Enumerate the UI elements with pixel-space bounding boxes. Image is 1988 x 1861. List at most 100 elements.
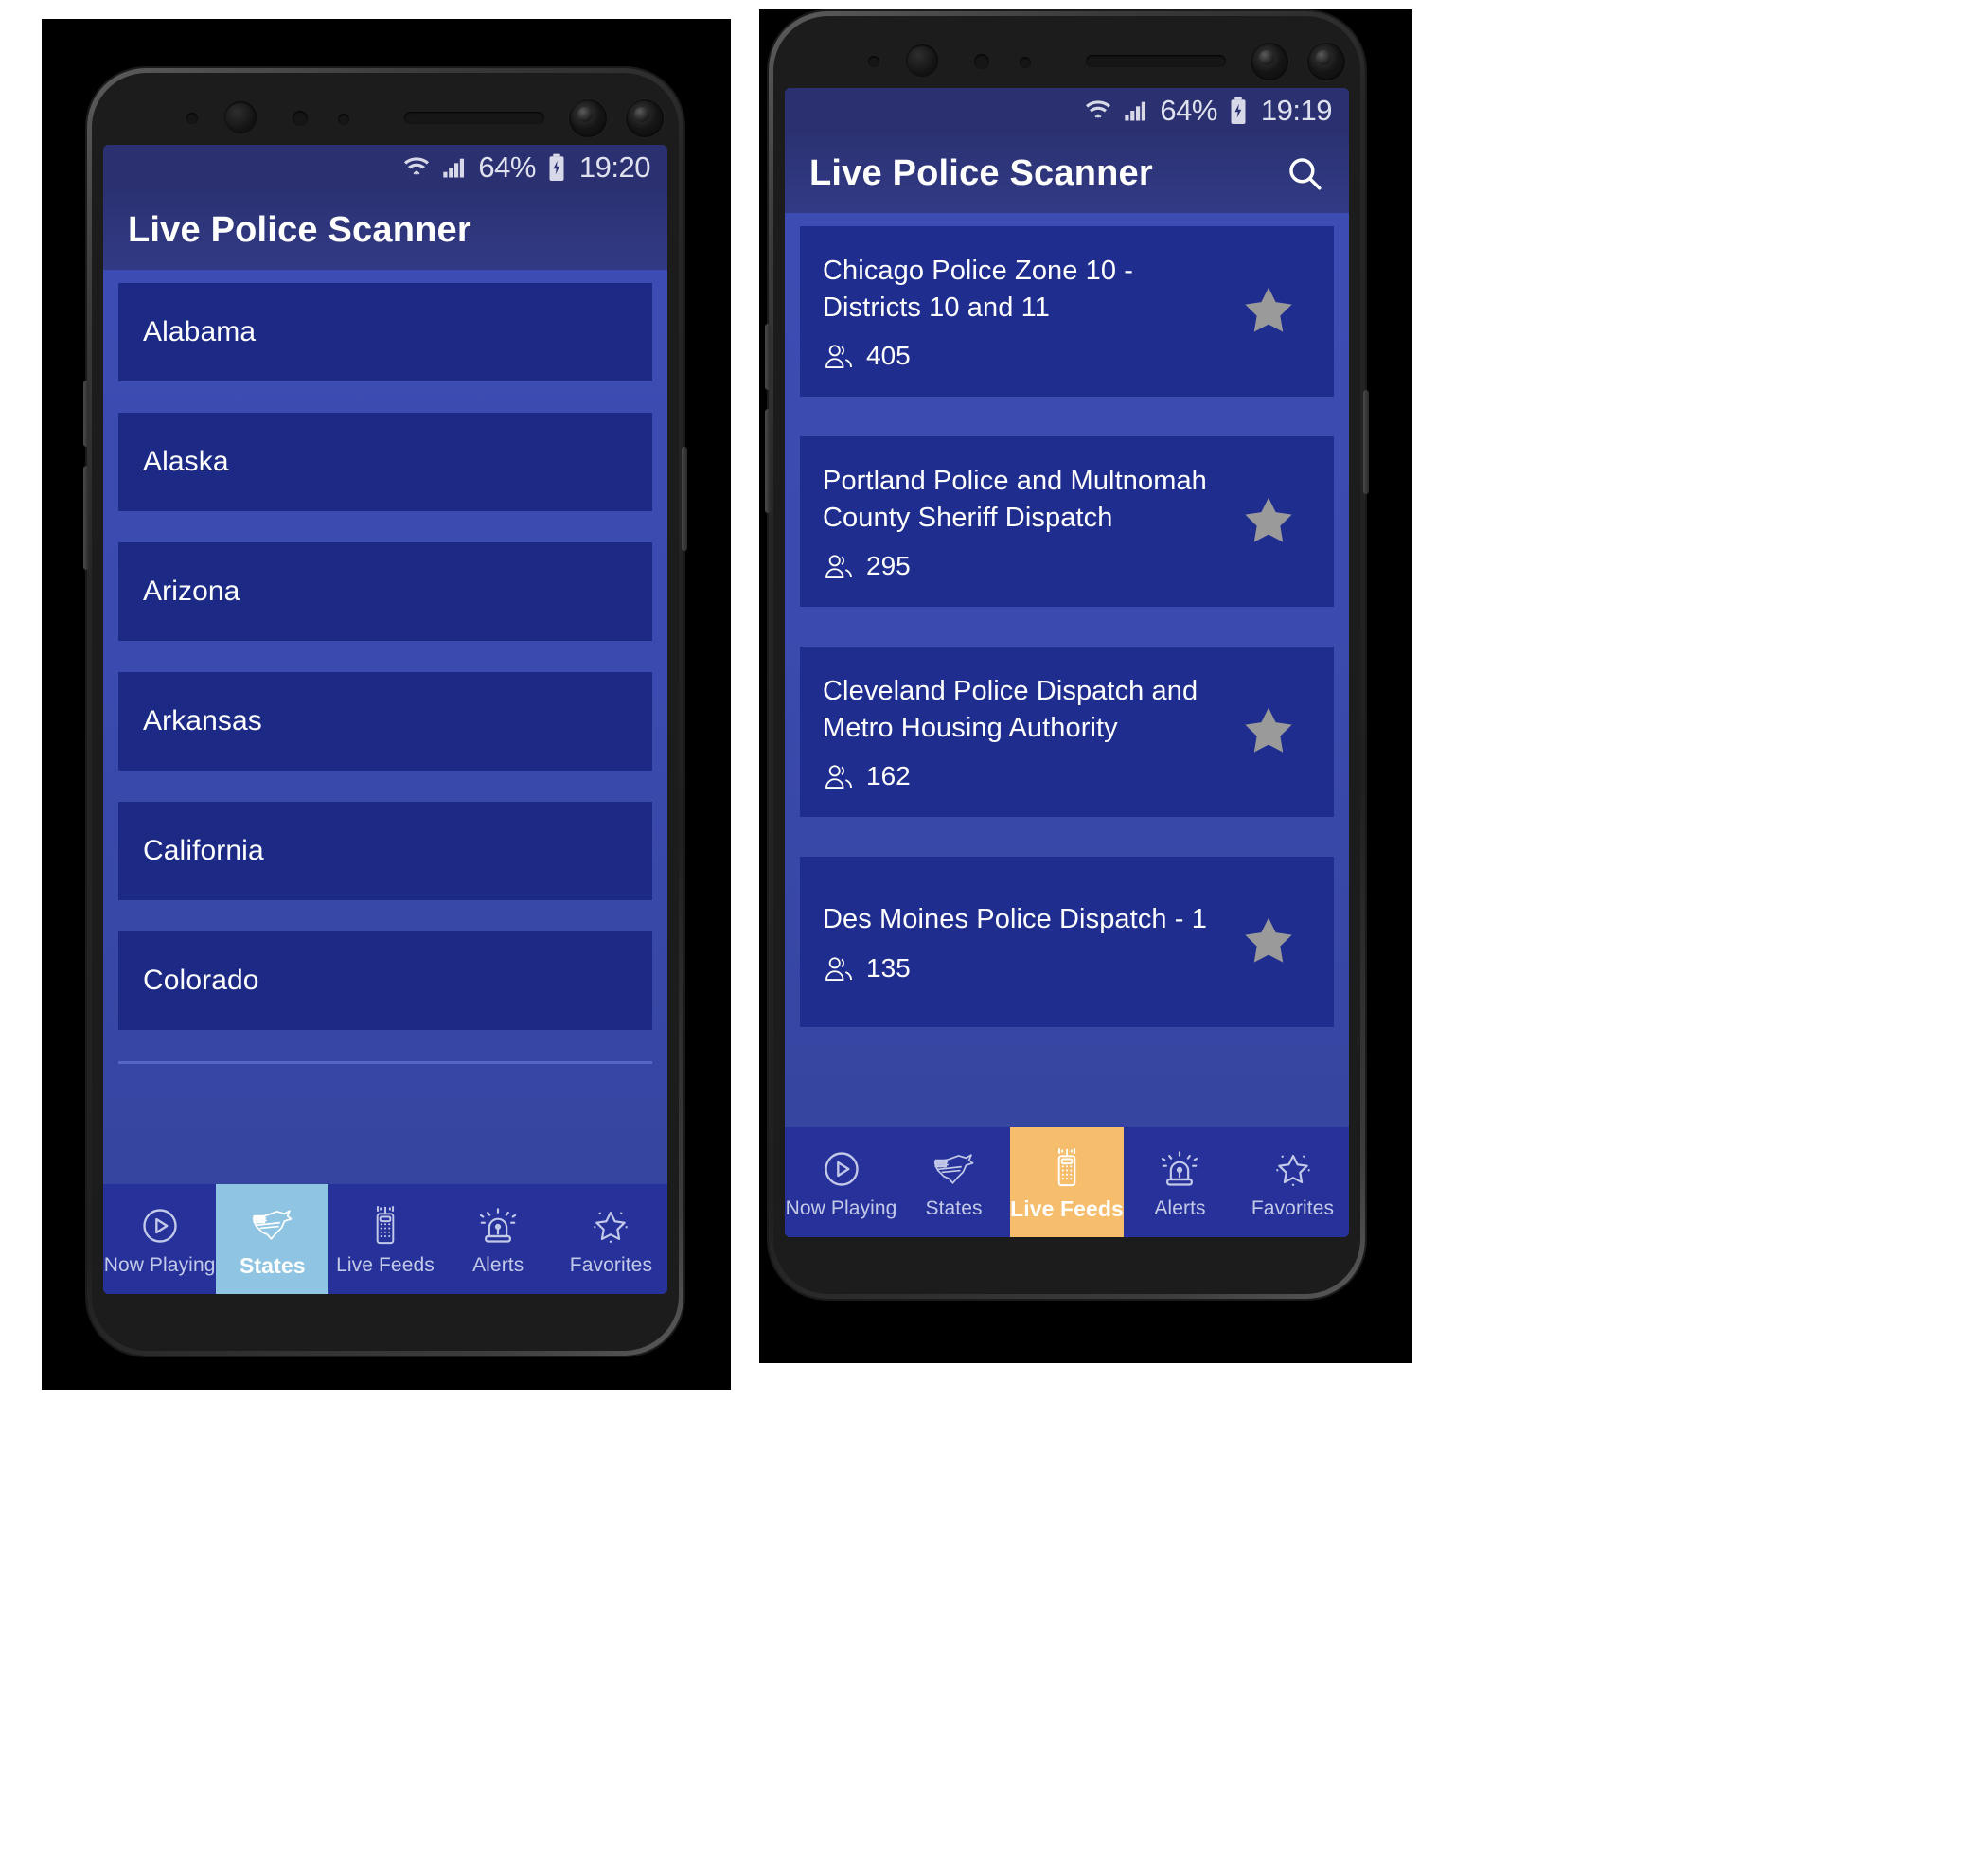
search-icon[interactable]	[1281, 150, 1328, 197]
nav-label: Favorites	[569, 1254, 653, 1276]
front-camera-icon	[1251, 43, 1288, 80]
state-list-item[interactable]: Alaska	[118, 413, 652, 511]
nav-item-live-feeds[interactable]: Live Feeds	[328, 1184, 441, 1294]
state-list-item[interactable]: Colorado	[118, 931, 652, 1030]
state-list-item[interactable]: California	[118, 802, 652, 900]
listener-count: 162	[866, 761, 911, 791]
nav-label: Now Playing	[103, 1254, 216, 1276]
secondary-camera-icon	[626, 99, 664, 137]
nav-item-live-feeds[interactable]: Live Feeds	[1010, 1127, 1124, 1237]
right-phone-bottom-bezel	[785, 1237, 1349, 1281]
state-label: Arizona	[143, 576, 240, 607]
feed-listeners: 405	[823, 340, 1216, 372]
feed-title: Chicago Police Zone 10 - Districts 10 an…	[823, 255, 1134, 323]
state-label: Alabama	[143, 316, 257, 347]
nav-item-alerts[interactable]: Alerts	[1124, 1127, 1236, 1237]
feed-info: Cleveland Police Dispatch and Metro Hous…	[823, 673, 1226, 792]
front-camera-icon	[569, 99, 607, 137]
wifi-icon	[402, 153, 431, 182]
feed-title: Portland Police and Multnomah County She…	[823, 465, 1207, 533]
right-phone-chassis: 64% 19:19 Live Police Scanner Chicago Po…	[773, 16, 1360, 1294]
nav-label: Live Feeds	[1010, 1196, 1124, 1221]
usa-map-icon	[931, 1144, 978, 1190]
favorite-toggle[interactable]	[1226, 281, 1311, 345]
feed-title: Cleveland Police Dispatch and Metro Hous…	[823, 675, 1198, 743]
state-label: Alaska	[143, 446, 229, 477]
left-phone-device: 64% 19:20 Live Police Scanner Alabama Al…	[83, 68, 687, 1356]
radio-scanner-icon	[1048, 1143, 1086, 1189]
battery-charging-icon	[546, 153, 567, 182]
power-button[interactable]	[1363, 390, 1369, 494]
feed-list-item[interactable]: Cleveland Police Dispatch and Metro Hous…	[800, 647, 1334, 817]
signal-bars-icon	[1123, 97, 1149, 124]
nav-label: Alerts	[1154, 1197, 1206, 1219]
nav-item-favorites[interactable]: Favorites	[555, 1184, 667, 1294]
live-feeds-list[interactable]: Chicago Police Zone 10 - Districts 10 an…	[785, 213, 1349, 1127]
light-sensor-icon	[338, 114, 349, 125]
states-list[interactable]: Alabama Alaska Arizona Arkansas Californ…	[103, 270, 667, 1184]
feed-list-item[interactable]: Chicago Police Zone 10 - Districts 10 an…	[800, 226, 1334, 397]
favorite-toggle[interactable]	[1226, 701, 1311, 765]
battery-percent-label: 64%	[478, 151, 536, 184]
nav-item-now-playing[interactable]: Now Playing	[785, 1127, 897, 1237]
proximity-sensor-icon	[186, 113, 198, 124]
favorite-toggle[interactable]	[1226, 912, 1311, 975]
nav-label: Alerts	[472, 1254, 524, 1276]
nav-item-favorites[interactable]: Favorites	[1236, 1127, 1349, 1237]
earpiece-speaker	[1086, 55, 1226, 67]
page-title: Live Police Scanner	[128, 209, 471, 250]
feed-info: Des Moines Police Dispatch - 1 135	[823, 901, 1226, 984]
feed-list-item[interactable]: Portland Police and Multnomah County She…	[800, 436, 1334, 607]
favorite-toggle[interactable]	[1226, 491, 1311, 555]
volume-up-button[interactable]	[83, 381, 89, 447]
star-icon	[1239, 491, 1298, 555]
right-phone-screen: 64% 19:19 Live Police Scanner Chicago Po…	[785, 88, 1349, 1237]
status-clock-label: 19:20	[578, 151, 651, 184]
nav-label: Now Playing	[785, 1197, 897, 1219]
nav-item-now-playing[interactable]: Now Playing	[103, 1184, 216, 1294]
listeners-icon	[823, 760, 855, 792]
star-sparkle-icon	[1271, 1144, 1315, 1190]
usa-map-icon	[249, 1200, 296, 1246]
feed-info: Chicago Police Zone 10 - Districts 10 an…	[823, 253, 1226, 372]
nav-label: States	[239, 1252, 306, 1278]
nav-item-alerts[interactable]: Alerts	[442, 1184, 555, 1294]
state-label: California	[143, 835, 264, 866]
wifi-icon	[1084, 97, 1112, 125]
volume-down-button[interactable]	[83, 466, 89, 570]
listeners-icon	[823, 340, 855, 372]
listeners-icon	[823, 952, 855, 984]
screenshot-canvas: 64% 19:20 Live Police Scanner Alabama Al…	[0, 0, 1988, 1861]
page-title: Live Police Scanner	[809, 152, 1153, 193]
right-bottom-nav: Now Playing States Live Feeds Alerts Fav…	[785, 1127, 1349, 1237]
left-phone-screen: 64% 19:20 Live Police Scanner Alabama Al…	[103, 145, 667, 1294]
power-button[interactable]	[682, 447, 687, 551]
front-camera-lens-icon	[906, 44, 938, 77]
feed-listeners: 162	[823, 760, 1216, 792]
signal-bars-icon	[441, 154, 468, 181]
state-label: Colorado	[143, 965, 259, 996]
nav-item-states[interactable]: States	[216, 1184, 329, 1294]
left-app-bar: Live Police Scanner	[103, 190, 667, 270]
radio-scanner-icon	[366, 1201, 404, 1247]
nav-label: Favorites	[1251, 1197, 1335, 1219]
nav-item-states[interactable]: States	[897, 1127, 1010, 1237]
volume-down-button[interactable]	[765, 409, 771, 513]
listener-count: 135	[866, 952, 911, 983]
feed-title: Des Moines Police Dispatch - 1	[823, 904, 1207, 935]
feed-listeners: 295	[823, 550, 1216, 582]
right-app-bar: Live Police Scanner	[785, 133, 1349, 213]
volume-up-button[interactable]	[765, 324, 771, 390]
battery-percent-label: 64%	[1160, 94, 1217, 127]
proximity-sensor-icon	[868, 56, 879, 67]
state-list-item[interactable]: Arkansas	[118, 672, 652, 771]
state-list-item[interactable]: Arizona	[118, 542, 652, 641]
earpiece-speaker	[404, 112, 544, 124]
star-icon	[1239, 701, 1298, 765]
feed-list-item[interactable]: Des Moines Police Dispatch - 1 135	[800, 857, 1334, 1027]
front-camera-lens-icon	[224, 101, 257, 133]
right-phone-device: 64% 19:19 Live Police Scanner Chicago Po…	[765, 11, 1369, 1299]
state-list-item[interactable]: Alabama	[118, 283, 652, 381]
left-bottom-nav: Now Playing States Live Feeds Alerts Fav…	[103, 1184, 667, 1294]
secondary-camera-icon	[1307, 43, 1345, 80]
